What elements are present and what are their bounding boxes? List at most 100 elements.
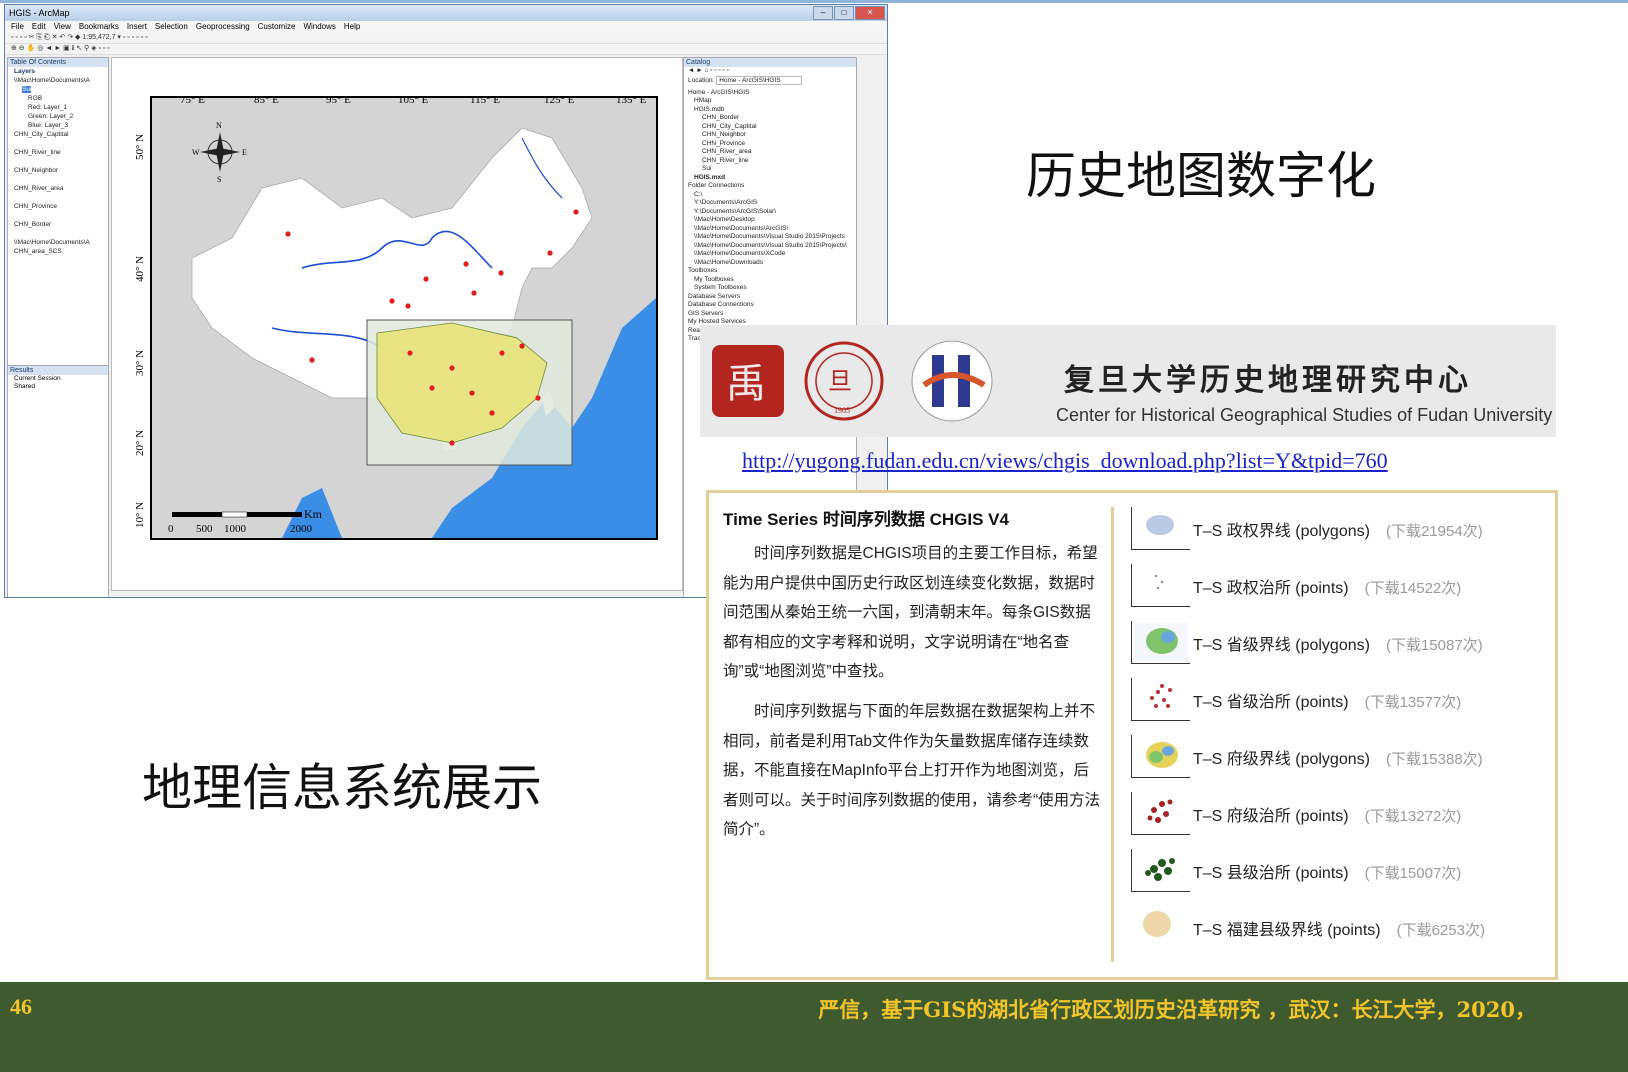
more-tool-icons[interactable]: ▾ ▫ ▫ ▫ ▫ ▫ ▫ (117, 34, 147, 41)
menu-insert[interactable]: Insert (127, 21, 147, 33)
compass-w: W (192, 148, 200, 157)
catalog-item[interactable]: \\Mac\Home\Documents\Visual Studio 2015\… (684, 242, 856, 251)
download-row[interactable]: T–S 福建县级界线 (points) (下载6253次) (1131, 906, 1541, 952)
download-link-label[interactable]: T–S 政权治所 (points) (1193, 580, 1349, 597)
scale-label: 2000 (290, 523, 313, 535)
menu-file[interactable]: File (11, 21, 24, 33)
map-frame[interactable]: 0 500 1000 2000 Km N S E W (150, 96, 658, 540)
title-right: 历史地图数字化 (1026, 147, 1376, 205)
catalog-item[interactable]: \\Mac\Home\Downloads (684, 259, 856, 268)
download-link-label[interactable]: T–S 政权界线 (polygons) (1193, 523, 1370, 540)
menu-customize[interactable]: Customize (258, 21, 296, 33)
toc-item[interactable]: \\Mac\Home\Documents\A (8, 238, 108, 247)
banner-title-cn: 复旦大学历史地理研究中心 (1064, 363, 1472, 398)
toc-item: Green: Layer_2 (28, 113, 74, 120)
chgis-panel: Time Series 时间序列数据 CHGIS V4 时间序列数据是CHGIS… (706, 490, 1558, 980)
catalog-item[interactable]: CHN_City_Captital (684, 123, 856, 132)
toc-item[interactable]: CHN_area_SCS (8, 247, 108, 256)
lon-label: 125° E (544, 94, 575, 106)
catalog-item[interactable]: CHN_Border (684, 114, 856, 123)
close-button[interactable]: ✕ (855, 6, 885, 20)
catalog-item[interactable]: Y:\Documents\ArcGIS (684, 199, 856, 208)
toc-item[interactable]: CHN_River_line (8, 148, 108, 157)
capital-point (471, 290, 477, 296)
download-row[interactable]: T–S 府级界线 (polygons) (下载15388次) (1131, 735, 1541, 781)
download-row[interactable]: T–S 省级治所 (points) (下载13577次) (1131, 678, 1541, 724)
minimize-button[interactable]: – (813, 6, 833, 20)
download-count: (下载15388次) (1385, 751, 1483, 768)
download-link-label[interactable]: T–S 府级治所 (points) (1193, 808, 1349, 825)
catalog-item[interactable]: Toolboxes (684, 267, 856, 276)
page-number: 46 (10, 994, 32, 1019)
menu-geoprocessing[interactable]: Geoprocessing (196, 21, 250, 33)
nav-tool-icons[interactable]: ⊕ ⊖ ✋ ◎ ◄ ► ▣ ℹ ↖ ⚲ ◈ ▫ ▫ ▫ (11, 45, 110, 52)
toc-item[interactable]: CHN_City_Captital (8, 130, 108, 139)
download-row[interactable]: T–S 政权界线 (polygons) (下载21954次) (1131, 507, 1541, 553)
download-link-label[interactable]: T–S 省级治所 (points) (1193, 694, 1349, 711)
results-pane: Results Current Session Shared (7, 365, 109, 597)
scale-box[interactable]: 1:95,472,7 (82, 34, 115, 41)
map-thumbnail (1131, 735, 1190, 778)
toc-item[interactable]: CHN_Province (8, 202, 108, 211)
toc-item[interactable]: CHN_Neighbor (8, 166, 108, 175)
menu-view[interactable]: View (54, 21, 71, 33)
catalog-item[interactable]: Database Connections (684, 301, 856, 310)
catalog-item[interactable]: CHN_River_area (684, 148, 856, 157)
scale-label: 1000 (224, 523, 247, 535)
catalog-item[interactable]: Database Servers (684, 293, 856, 302)
catalog-item[interactable]: C:\ (684, 191, 856, 200)
menu-bookmarks[interactable]: Bookmarks (79, 21, 119, 33)
catalog-item[interactable]: Y:\Documents\ArcGIS\Solar\ (684, 208, 856, 217)
catalog-item[interactable]: CHN_Province (684, 140, 856, 149)
download-row[interactable]: T–S 政权治所 (points) (下载14522次) (1131, 564, 1541, 610)
toc-item[interactable]: CHN_River_area (8, 184, 108, 193)
map-thumbnail (1131, 678, 1190, 721)
catalog-item[interactable]: My Toolboxes (684, 276, 856, 285)
capital-point (285, 231, 291, 237)
download-row[interactable]: T–S 省级界线 (polygons) (下载15087次) (1131, 621, 1541, 667)
catalog-item[interactable]: HGIS.mxd (684, 174, 856, 183)
window-title: HGIS - ArcMap (9, 8, 70, 18)
toc-item[interactable]: CHN_Border (8, 220, 108, 229)
maximize-button[interactable]: □ (834, 6, 854, 20)
lat-label: 20° N (134, 429, 146, 456)
download-link-label[interactable]: T–S 省级界线 (polygons) (1193, 637, 1370, 654)
menu-help[interactable]: Help (344, 21, 360, 33)
results-item[interactable]: Current Session (8, 375, 108, 383)
menu-selection[interactable]: Selection (155, 21, 188, 33)
catalog-item[interactable]: \\Mac\Home\Desktop (684, 216, 856, 225)
download-link[interactable]: http://yugong.fudan.edu.cn/views/chgis_d… (742, 448, 1388, 474)
catalog-item[interactable]: Home - ArcGIS\HGIS (684, 89, 856, 98)
menu-windows[interactable]: Windows (303, 21, 335, 33)
catalog-item[interactable]: Sui (684, 165, 856, 174)
catalog-item[interactable]: CHN_Neighbor (684, 131, 856, 140)
toc-item[interactable]: \\Mac\Home\Documents\A (8, 76, 108, 85)
download-link-label[interactable]: T–S 县级治所 (points) (1193, 865, 1349, 882)
lon-label: 95° E (326, 94, 351, 106)
tool-icons[interactable]: ▫ ▫ ▫ ▫ ✂ ⎘ ⎗ ✕ ↶ ↷ ◆ (11, 34, 82, 41)
toolbar: ▫ ▫ ▫ ▫ ✂ ⎘ ⎗ ✕ ↶ ↷ ◆ 1:95,472,7 ▾ ▫ ▫ ▫… (5, 33, 887, 44)
results-item[interactable]: Shared (8, 383, 108, 391)
catalog-item[interactable]: HGIS.mdb (684, 106, 856, 115)
map-thumbnail (1131, 906, 1189, 948)
location-field[interactable]: Home - ArcGIS\HGIS (716, 76, 802, 85)
toc-selected-layer[interactable]: Sui (22, 86, 32, 93)
toc-layers[interactable]: Layers (8, 67, 108, 76)
download-row[interactable]: T–S 府级治所 (points) (下载13272次) (1131, 792, 1541, 838)
download-link-label[interactable]: T–S 福建县级界线 (points) (1193, 922, 1381, 939)
catalog-item[interactable]: System Toolboxes (684, 284, 856, 293)
catalog-item[interactable]: GIS Servers (684, 310, 856, 319)
map-view[interactable]: 0 500 1000 2000 Km N S E W 75° E 85° E 9… (111, 57, 683, 591)
results-header: Results (8, 366, 108, 375)
catalog-item[interactable]: HMap (684, 97, 856, 106)
menu-edit[interactable]: Edit (32, 21, 46, 33)
catalog-item[interactable]: Folder Connections (684, 182, 856, 191)
china-map: 0 500 1000 2000 Km N S E W (152, 98, 656, 538)
table-of-contents: Table Of Contents Layers \\Mac\Home\Docu… (7, 57, 109, 379)
catalog-item[interactable]: \\Mac\Home\Documents\XCode (684, 250, 856, 259)
catalog-item[interactable]: \\Mac\Home\Documents\ArcGIS\ (684, 225, 856, 234)
download-link-label[interactable]: T–S 府级界线 (polygons) (1193, 751, 1370, 768)
download-row[interactable]: T–S 县级治所 (points) (下载15007次) (1131, 849, 1541, 895)
catalog-item[interactable]: CHN_River_line (684, 157, 856, 166)
catalog-item[interactable]: \\Mac\Home\Documents\Visual Studio 2015\… (684, 233, 856, 242)
